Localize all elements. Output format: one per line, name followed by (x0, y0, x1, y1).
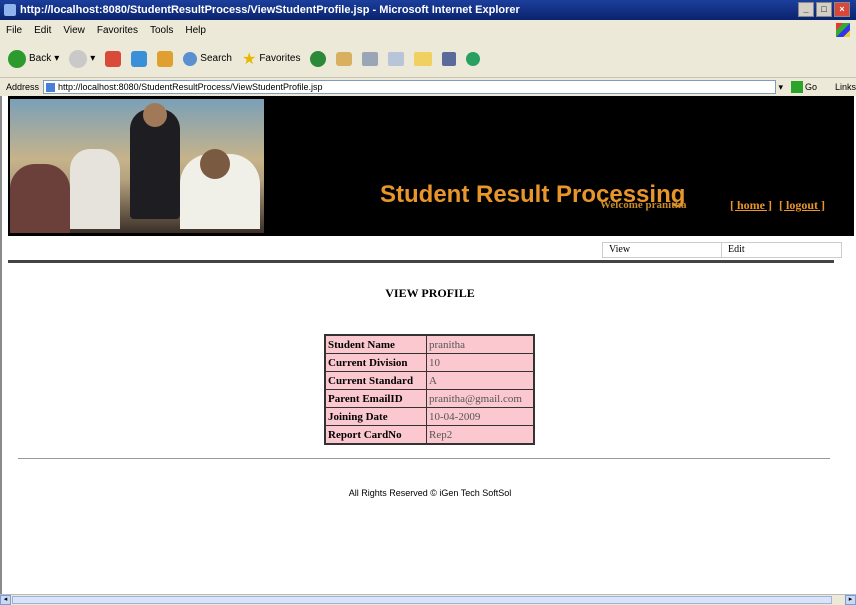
search-button[interactable]: Search (183, 51, 232, 66)
window-titlebar: http://localhost:8080/StudentResultProce… (0, 0, 856, 20)
row-label: Current Standard (324, 371, 427, 390)
refresh-icon[interactable] (131, 50, 148, 67)
forward-arrow-icon (69, 49, 88, 68)
profile-subnav: View Edit (602, 242, 842, 258)
address-input[interactable]: http://localhost:8080/StudentResultProce… (43, 80, 777, 94)
forward-button[interactable]: ▾ (69, 49, 95, 68)
nav-links: [ home ] [ logout ] (730, 198, 825, 213)
classroom-photo (10, 99, 264, 233)
header-divider (8, 260, 834, 263)
scroll-right-icon[interactable]: ▸ (845, 595, 856, 605)
menu-edit[interactable]: Edit (34, 25, 51, 36)
star-icon: ★ (241, 50, 257, 68)
table-row: Student Name pranitha (324, 334, 535, 354)
table-row: Current Standard A (324, 371, 535, 390)
table-row: Current Division 10 (324, 353, 535, 372)
horizontal-scrollbar[interactable]: ◂ ▸ (0, 594, 856, 605)
footer-divider (18, 458, 830, 459)
go-arrow-icon (790, 81, 803, 93)
subnav-view[interactable]: View (603, 243, 722, 257)
menu-file[interactable]: File (6, 25, 22, 36)
windows-logo-icon (836, 23, 850, 37)
row-value: A (426, 371, 535, 390)
row-value: pranitha@gmail.com (426, 389, 535, 408)
menu-tools[interactable]: Tools (150, 25, 173, 36)
row-value: 10-04-2009 (426, 407, 535, 426)
page-icon (46, 83, 56, 92)
footer-text: All Rights Reserved © iGen Tech SoftSol (348, 488, 512, 498)
table-row: Report CardNo Rep2 (324, 425, 535, 445)
menu-bar: File Edit View Favorites Tools Help (0, 20, 856, 40)
close-button[interactable]: × (834, 2, 850, 17)
stop-icon[interactable] (105, 50, 122, 67)
research-icon[interactable] (442, 51, 457, 66)
home-icon[interactable] (157, 50, 174, 67)
search-icon (183, 51, 198, 66)
back-button[interactable]: Back ▾ (8, 49, 59, 68)
mail-icon[interactable] (336, 51, 353, 66)
logout-link[interactable]: [ logout ] (779, 198, 825, 212)
scroll-thumb[interactable] (12, 596, 832, 604)
folder-icon[interactable] (414, 51, 433, 66)
menu-help[interactable]: Help (185, 25, 206, 36)
window-controls: _ □ × (798, 2, 850, 17)
maximize-button[interactable]: □ (816, 2, 832, 17)
subnav-edit[interactable]: Edit (722, 243, 841, 257)
row-label: Joining Date (324, 407, 427, 426)
profile-table: Student Name pranitha Current Division 1… (324, 334, 535, 445)
row-label: Report CardNo (324, 425, 427, 445)
go-button[interactable]: Go (790, 81, 817, 93)
row-label: Current Division (324, 353, 427, 372)
browser-toolbar: Back ▾ ▾ Search ★ Favorites (0, 40, 856, 78)
print-icon[interactable] (362, 51, 379, 66)
address-url: http://localhost:8080/StudentResultProce… (58, 82, 323, 92)
back-arrow-icon (8, 49, 26, 68)
home-link[interactable]: [ home ] (730, 198, 772, 212)
table-row: Parent EmailID pranitha@gmail.com (324, 389, 535, 408)
favorites-button[interactable]: ★ Favorites (242, 49, 300, 69)
row-label: Student Name (324, 334, 427, 354)
address-label: Address (6, 82, 40, 92)
back-dropdown-icon[interactable]: ▾ (54, 53, 59, 64)
row-value: pranitha (426, 334, 535, 354)
window-title: http://localhost:8080/StudentResultProce… (20, 4, 520, 16)
site-banner: Student Result Processing Welcome pranit… (8, 96, 854, 236)
page-viewport: Student Result Processing Welcome pranit… (0, 96, 856, 594)
address-bar: Address http://localhost:8080/StudentRes… (0, 78, 856, 96)
table-row: Joining Date 10-04-2009 (324, 407, 535, 426)
minimize-button[interactable]: _ (798, 2, 814, 17)
media-icon[interactable] (310, 50, 327, 67)
welcome-text: Welcome pranitha (600, 199, 687, 211)
row-label: Parent EmailID (324, 389, 427, 408)
row-value: Rep2 (426, 425, 535, 445)
row-value: 10 (426, 353, 535, 372)
forward-dropdown-icon[interactable]: ▾ (90, 53, 95, 64)
menu-view[interactable]: View (63, 25, 85, 36)
edit-icon[interactable] (388, 51, 405, 66)
address-dropdown-icon[interactable]: ▾ (778, 82, 783, 93)
links-button[interactable]: Links (835, 82, 856, 92)
ie-icon (4, 4, 16, 16)
menu-favorites[interactable]: Favorites (97, 25, 138, 36)
scroll-left-icon[interactable]: ◂ (0, 595, 11, 605)
messenger-icon[interactable] (466, 51, 481, 66)
page-heading: VIEW PROFILE (385, 286, 475, 300)
